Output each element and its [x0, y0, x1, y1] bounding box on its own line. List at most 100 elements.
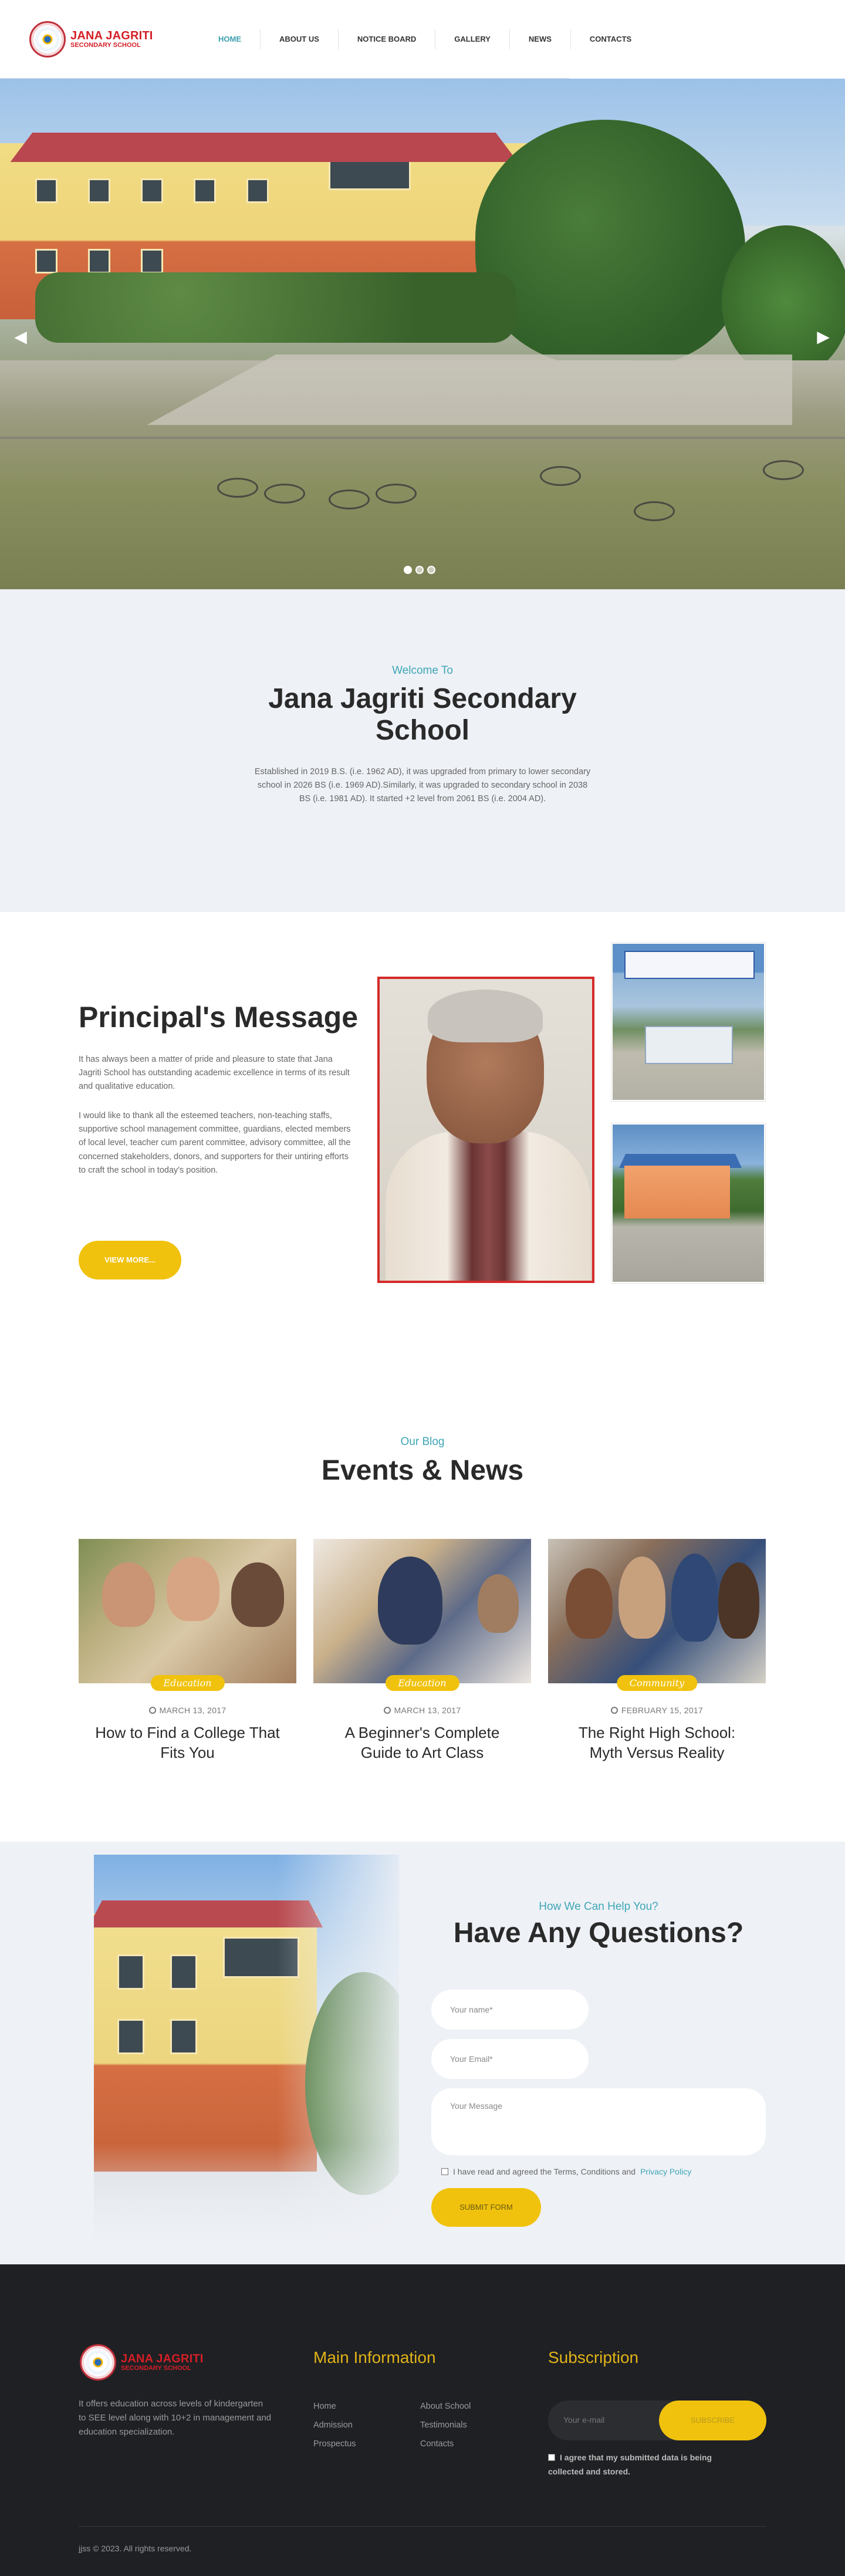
footer-link-contacts[interactable]: Contacts	[420, 2439, 454, 2449]
news-card-date-text: MARCH 13, 2017	[159, 1706, 227, 1715]
footer-description: It offers education across levels of kin…	[79, 2399, 272, 2437]
clock-icon	[383, 1707, 391, 1714]
building-window	[141, 178, 163, 203]
principal-paragraph-2: I would like to thank all the esteemed t…	[79, 1111, 351, 1175]
nav-news[interactable]: NEWS	[509, 29, 570, 49]
building-window	[246, 178, 269, 203]
student-figure	[167, 1557, 219, 1621]
subscription-checkbox[interactable]	[548, 2454, 555, 2461]
site-header: JANA JAGRITI SECONDARY SCHOOL HOME ABOUT…	[0, 0, 845, 79]
footer-link-about-school[interactable]: About School	[420, 2402, 471, 2411]
hero-roof	[10, 133, 518, 162]
principal-hair	[428, 990, 543, 1042]
footer-logo-line2: SECONDARY SCHOOL	[121, 2364, 191, 2372]
email-placeholder: Your e-mail	[563, 2415, 605, 2425]
copyright: jjss © 2023. All rights reserved.	[79, 2544, 192, 2553]
news-card-tag[interactable]: Education	[385, 1675, 459, 1691]
news-card[interactable]: Education MARCH 13, 2017 A Beginner's Co…	[313, 1539, 531, 1763]
footer-link-admission[interactable]: Admission	[313, 2420, 353, 2430]
bicycle	[763, 460, 804, 480]
subscribe-button[interactable]: SUBSCRIBE	[659, 2401, 766, 2440]
contact-section: How We Can Help You? Have Any Questions?…	[0, 1842, 845, 2264]
news-card-image[interactable]	[548, 1539, 766, 1683]
view-more-button[interactable]: VIEW MORE...	[79, 1241, 181, 1279]
nav-about-us[interactable]: ABOUT US	[260, 29, 338, 49]
school-seal-icon	[29, 21, 66, 58]
news-card-date-text: MARCH 13, 2017	[394, 1706, 461, 1715]
student-figure	[231, 1562, 284, 1627]
subscription-agreement: I agree that my submitted data is being …	[548, 2451, 742, 2479]
main-nav: HOME ABOUT US NOTICE BOARD GALLERY NEWS …	[200, 29, 650, 49]
chevron-right-icon[interactable]: ▶	[814, 325, 832, 349]
principal-section: Principal's Message It has always been a…	[0, 912, 845, 1382]
image-fade	[94, 1855, 399, 2240]
email-field[interactable]: Your Email*	[431, 2039, 589, 2079]
news-card-title[interactable]: The Right High School: Myth Versus Reali…	[548, 1723, 766, 1763]
footer-logo-text: JANA JAGRITI SECONDARY SCHOOL	[121, 2352, 204, 2372]
bicycle	[217, 478, 258, 498]
news-card-tag[interactable]: Community	[616, 1675, 698, 1691]
subscription-agreement-text: I agree that my submitted data is being …	[548, 2453, 712, 2476]
student-figure	[102, 1562, 155, 1627]
school-logo[interactable]: JANA JAGRITI SECONDARY SCHOOL	[29, 21, 153, 58]
footer-logo-line1: JANA JAGRITI	[121, 2352, 204, 2365]
footer-link-testimonials[interactable]: Testimonials	[420, 2420, 467, 2430]
submit-form-button[interactable]: SUBMIT FORM	[431, 2188, 541, 2227]
chevron-left-icon[interactable]: ◀	[12, 325, 29, 349]
principal-paragraph-1: It has always been a matter of pride and…	[79, 1055, 350, 1092]
nav-notice-board[interactable]: NOTICE BOARD	[337, 29, 435, 49]
news-card-tag[interactable]: Education	[150, 1675, 225, 1691]
school-signboard	[624, 951, 755, 979]
hero-hedge	[35, 272, 516, 343]
principal-body	[386, 1132, 591, 1281]
hero-fence	[0, 437, 845, 439]
footer-link-prospectus[interactable]: Prospectus	[313, 2439, 356, 2449]
footer-link-home[interactable]: Home	[313, 2402, 336, 2411]
bicycle	[540, 466, 581, 486]
news-card-date: MARCH 13, 2017	[313, 1706, 531, 1715]
student-figure	[566, 1568, 613, 1639]
contact-title: Have Any Questions?	[453, 1917, 744, 1949]
contact-eyebrow: How We Can Help You?	[539, 1900, 658, 1913]
building-window	[88, 249, 110, 274]
student-figure	[718, 1562, 759, 1639]
slider-dot[interactable]	[427, 566, 435, 574]
terms-checkbox[interactable]	[441, 2168, 448, 2175]
hero-slider: ◀ ▶	[0, 79, 845, 589]
news-card-title[interactable]: How to Find a College That Fits You	[79, 1723, 296, 1763]
welcome-eyebrow: Welcome To	[392, 664, 453, 677]
footer-logo[interactable]: JANA JAGRITI SECONDARY SCHOOL	[80, 2344, 204, 2381]
school-gate	[645, 1026, 733, 1064]
nav-gallery[interactable]: GALLERY	[435, 29, 509, 49]
name-field[interactable]: Your name*	[431, 1990, 589, 2030]
nav-contacts[interactable]: CONTACTS	[570, 29, 650, 49]
news-card-image[interactable]	[79, 1539, 296, 1683]
slider-dot[interactable]	[404, 566, 412, 574]
slider-dot[interactable]	[415, 566, 424, 574]
nav-home[interactable]: HOME	[200, 29, 260, 49]
school-gate-photo	[611, 943, 765, 1101]
student-figure	[478, 1574, 519, 1633]
main-information-heading: Main Information	[313, 2348, 436, 2366]
news-card-image[interactable]	[313, 1539, 531, 1683]
logo-line1: JANA JAGRITI	[70, 29, 153, 42]
logo-text: JANA JAGRITI SECONDARY SCHOOL	[70, 29, 153, 49]
clock-icon	[610, 1707, 618, 1714]
clock-icon	[148, 1707, 156, 1714]
news-card-date: FEBRUARY 15, 2017	[548, 1706, 766, 1715]
privacy-policy-link[interactable]: Privacy Policy	[640, 2167, 691, 2176]
student-figure	[671, 1554, 718, 1642]
news-card-title[interactable]: A Beginner's Complete Guide to Art Class	[313, 1723, 531, 1763]
site-footer: JANA JAGRITI SECONDARY SCHOOL It offers …	[0, 2264, 845, 2576]
message-field[interactable]: Your Message	[431, 2088, 766, 2155]
building-window	[194, 178, 216, 203]
orange-building	[624, 1166, 730, 1218]
subscription-heading: Subscription	[548, 2348, 639, 2366]
events-eyebrow: Our Blog	[400, 1436, 445, 1448]
student-figure	[378, 1557, 442, 1645]
footer-divider	[79, 2526, 766, 2527]
building-window	[88, 178, 110, 203]
principal-title: Principal's Message	[79, 1001, 359, 1034]
news-card[interactable]: Community FEBRUARY 15, 2017 The Right Hi…	[548, 1539, 766, 1763]
news-card[interactable]: Education MARCH 13, 2017 How to Find a C…	[79, 1539, 296, 1763]
